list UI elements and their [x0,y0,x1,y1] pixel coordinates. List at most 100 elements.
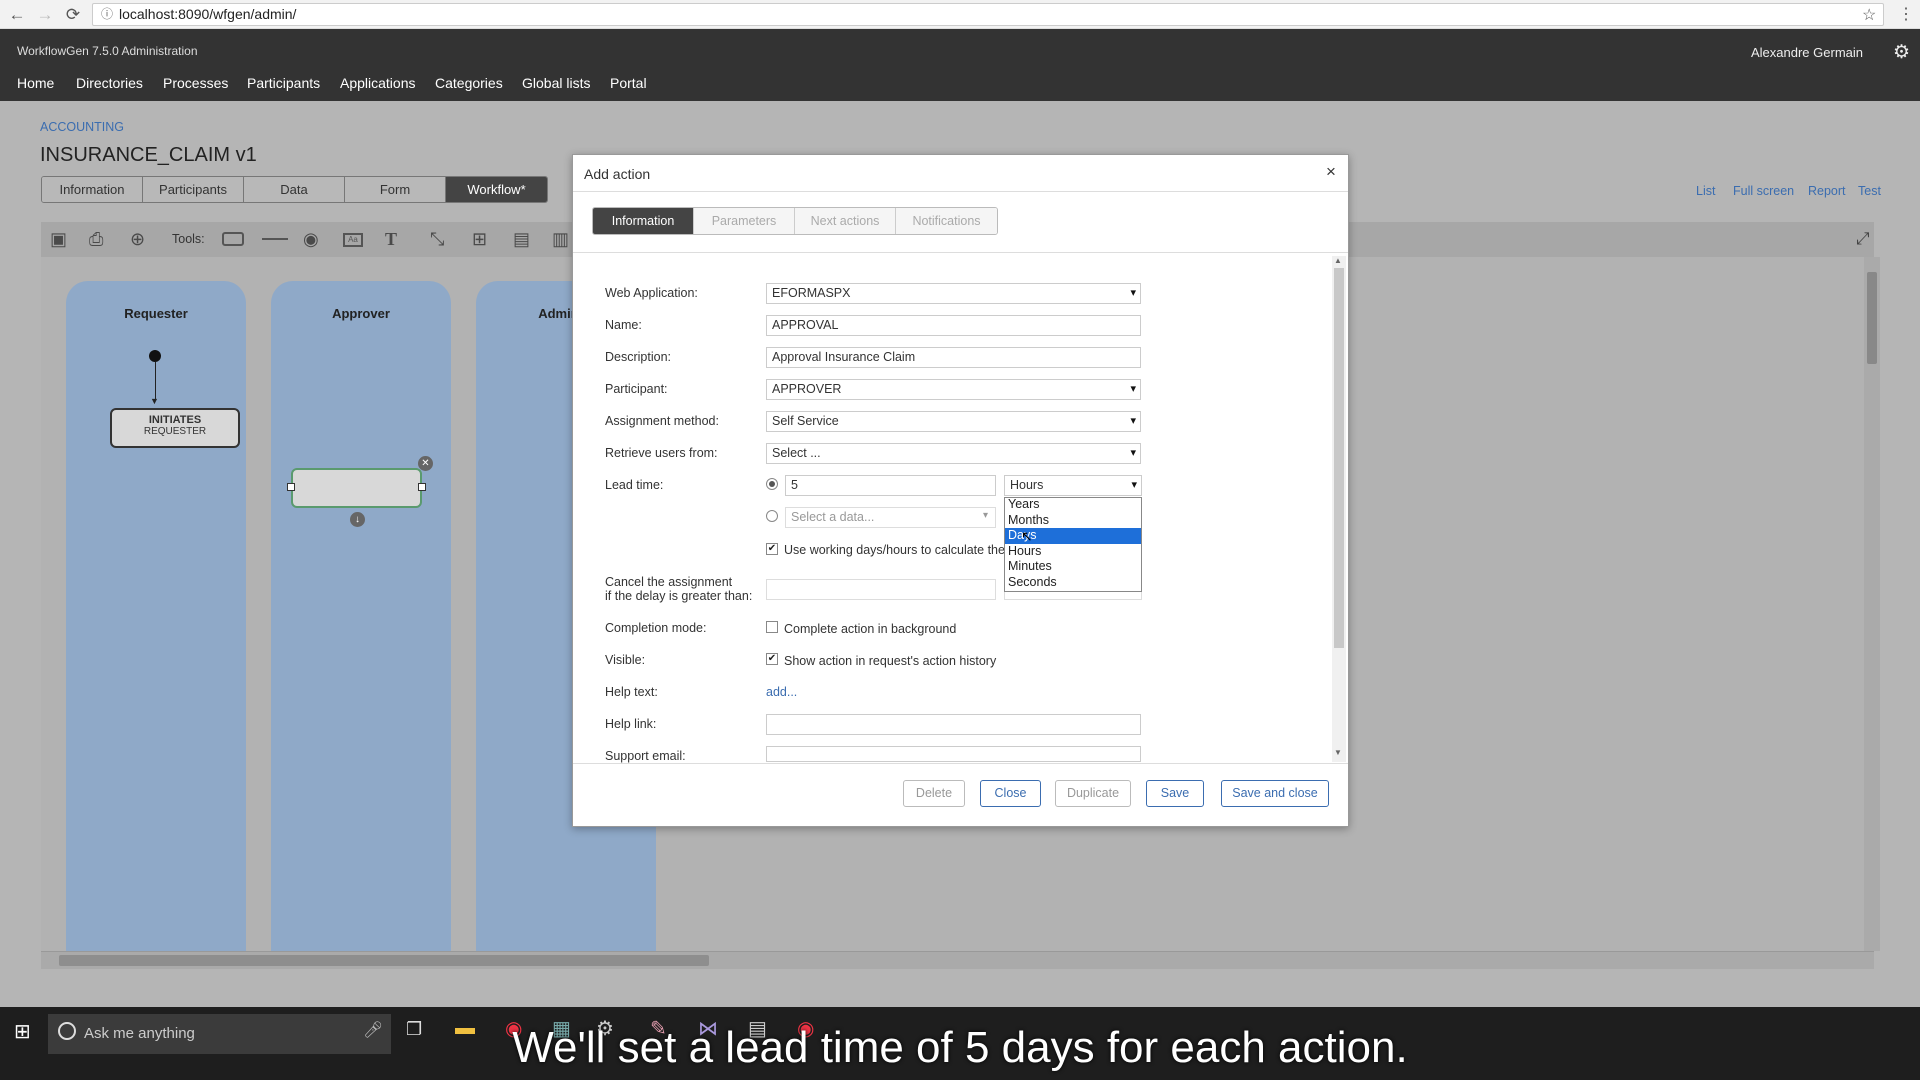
retrieve-users-select[interactable]: Select ... [766,443,1141,464]
reload-icon[interactable]: ⟳ [62,4,84,26]
lead-time-unit-select[interactable]: Hours [1004,475,1142,496]
retrieve-users-label: Retrieve users from: [605,446,718,460]
address-bar[interactable]: ⓘ localhost:8090/wfgen/admin/ [92,3,1884,26]
lane-requester[interactable] [66,281,246,951]
save-icon[interactable]: ▣ [50,229,67,250]
delete-button[interactable]: Delete [903,780,965,807]
option-minutes[interactable]: Minutes [1005,559,1141,575]
breadcrumb[interactable]: ACCOUNTING [40,120,124,134]
scroll-down-icon[interactable]: ▼ [1334,748,1342,757]
tab-information[interactable]: Information [42,177,143,202]
resize-handle[interactable] [418,483,426,491]
expand-icon[interactable]: ⤢ [1856,229,1870,249]
add-participant-icon[interactable]: ⊕ [130,229,145,250]
option-seconds[interactable]: Seconds [1005,575,1141,591]
lane-approver[interactable] [271,281,451,951]
gear-icon[interactable]: ⚙ [1893,41,1910,64]
vertical-scroll-thumb[interactable] [1867,272,1877,364]
help-text-add-link[interactable]: add... [766,685,797,699]
browser-menu-icon[interactable]: ⋮ [1898,4,1914,24]
help-link-input[interactable] [766,714,1141,735]
nav-directories[interactable]: Directories [76,75,143,91]
scroll-up-icon[interactable]: ▲ [1334,256,1342,265]
tab-participants[interactable]: Participants [143,177,244,202]
option-hours[interactable]: Hours [1005,544,1141,560]
text-icon[interactable]: T [385,229,397,250]
divider [573,191,1348,192]
full-screen-link[interactable]: Full screen [1733,184,1794,198]
save-and-close-button[interactable]: Save and close [1221,780,1329,807]
user-name[interactable]: Alexandre Germain [1751,45,1863,60]
back-icon[interactable]: ← [6,4,28,26]
dialog-tabs: Information Parameters Next actions Noti… [592,207,998,235]
close-icon[interactable]: × [1326,162,1336,182]
tab-next-actions[interactable]: Next actions [795,208,896,234]
tab-information[interactable]: Information [593,208,694,234]
text-box-icon[interactable]: Aa [343,233,363,247]
tab-notifications[interactable]: Notifications [896,208,997,234]
completion-mode-label: Completion mode: [605,621,707,635]
forward-icon[interactable]: → [34,4,56,26]
new-action-node[interactable] [291,468,422,508]
complete-background-checkbox[interactable] [766,621,778,633]
option-months[interactable]: Months [1005,513,1141,529]
swimlane-icon[interactable]: ▤ [513,229,530,250]
close-button[interactable]: Close [980,780,1041,807]
tab-form[interactable]: Form [345,177,446,202]
name-label: Name: [605,318,642,332]
lane-title: Approver [332,306,390,321]
nav-home[interactable]: Home [17,75,54,91]
cancel-delay-input[interactable] [766,579,996,600]
nav-applications[interactable]: Applications [340,75,416,91]
divider [573,763,1348,764]
horizontal-scroll-thumb[interactable] [59,955,709,966]
resize-handle[interactable] [287,483,295,491]
description-input[interactable]: Approval Insurance Claim [766,347,1141,368]
lead-time-value-radio[interactable] [766,478,778,490]
lead-time-data-radio[interactable] [766,510,778,522]
connector-icon[interactable]: ⤡ [430,229,444,250]
test-link[interactable]: Test [1858,184,1881,198]
lane-title: Requester [124,306,188,321]
working-days-checkbox[interactable]: ✔ [766,543,778,555]
select-data-dropdown[interactable]: Select a data... [785,507,996,528]
layout-icon[interactable]: ⊞ [472,229,487,250]
line-icon[interactable] [262,238,288,240]
arrow-down-icon: ▼ [150,396,159,406]
assignment-select[interactable]: Self Service [766,411,1141,432]
duplicate-button[interactable]: Duplicate [1055,780,1131,807]
participant-select[interactable]: APPROVER [766,379,1141,400]
bookmark-star-icon[interactable]: ☆ [1862,5,1876,25]
assignment-label: Assignment method: [605,414,719,428]
lead-time-input[interactable]: 5 [785,475,996,496]
support-email-input[interactable] [766,746,1141,762]
nav-processes[interactable]: Processes [163,75,228,91]
support-email-label: Support email: [605,749,686,763]
show-history-checkbox[interactable]: ✔ [766,653,778,665]
nav-participants[interactable]: Participants [247,75,320,91]
tab-workflow[interactable]: Workflow* [446,177,547,202]
print-icon[interactable]: ⎙ [89,229,103,250]
web-app-select[interactable]: EFORMASPX [766,283,1141,304]
delete-node-icon[interactable]: ✕ [418,456,433,471]
complete-background-label: Complete action in background [784,622,957,636]
table-icon[interactable]: ▥ [552,229,569,250]
action-shape-icon[interactable] [222,232,244,246]
tab-parameters[interactable]: Parameters [694,208,795,234]
tab-data[interactable]: Data [244,177,345,202]
nav-categories[interactable]: Categories [435,75,503,91]
name-input[interactable]: APPROVAL [766,315,1141,336]
dialog-scroll-thumb[interactable] [1334,268,1344,648]
action-node-initiates[interactable]: INITIATES REQUESTER [110,408,240,448]
option-years[interactable]: Years [1005,497,1141,513]
start-node[interactable] [149,350,161,362]
connect-down-icon[interactable]: ↓ [350,512,365,527]
save-button[interactable]: Save [1146,780,1204,807]
nav-global-lists[interactable]: Global lists [522,75,590,91]
list-link[interactable]: List [1696,184,1715,198]
mouse-cursor-icon: ↖ [1021,528,1033,544]
circle-icon[interactable]: ◉ [303,229,319,250]
nav-portal[interactable]: Portal [610,75,647,91]
report-link[interactable]: Report [1808,184,1846,198]
cancel-assignment-label-2: if the delay is greater than: [605,589,753,603]
